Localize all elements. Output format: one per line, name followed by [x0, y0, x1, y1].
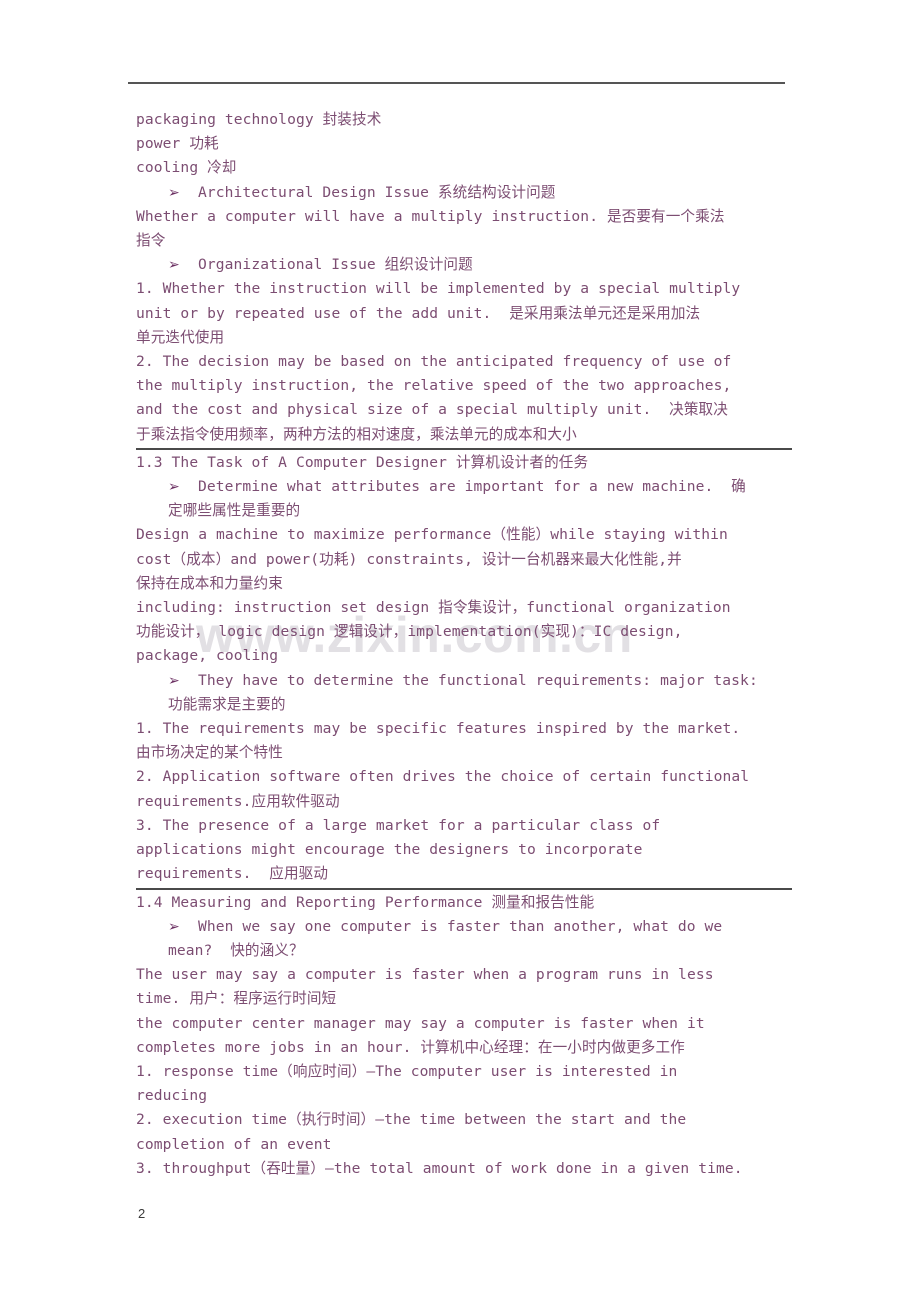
- bullet-item: ➢ Determine what attributes are important…: [136, 475, 792, 499]
- body-text-line: 3. The presence of a large market for a …: [136, 816, 661, 834]
- body-text-line: Design a machine to maximize performance…: [136, 526, 728, 544]
- bullet-item: ➢ They have to determine the functional r…: [136, 669, 792, 693]
- body-text-line: package, cooling: [136, 647, 279, 665]
- body-text-line: completion of an event: [136, 1135, 332, 1153]
- body-text-line: 指令: [136, 232, 166, 250]
- body-text-line: 1. response time（响应时间）—The computer user…: [136, 1062, 678, 1080]
- body-text-line: 2. The decision may be based on the anti…: [136, 353, 732, 371]
- body-text-line: 2. Application software often drives the…: [136, 768, 750, 786]
- body-text-line: including: instruction set design 指令集设计，…: [136, 599, 731, 617]
- bullet-item-text: They have to determine the functional re…: [198, 671, 758, 689]
- body-text-line: cooling 冷却: [136, 159, 237, 177]
- section-divider-rule: [136, 447, 792, 450]
- body-text-line: cost（成本）and power(功耗) constraints, 设计一台机…: [136, 550, 682, 568]
- arrow-bullet-icon: ➢: [168, 918, 180, 935]
- body-text-line: The user may say a computer is faster wh…: [136, 966, 714, 984]
- bullet-item-text: Architectural Design Issue 系统结构设计问题: [198, 183, 556, 201]
- bullet-item-text: When we say one computer is faster than …: [198, 917, 723, 935]
- body-text-line: completes more jobs in an hour. 计算机中心经理：…: [136, 1038, 685, 1056]
- body-text-line: 功能设计， logic design 逻辑设计，implementation(实…: [136, 623, 683, 641]
- body-text-line: the multiply instruction, the relative s…: [136, 377, 732, 395]
- body-text-line: applications might encourage the designe…: [136, 841, 643, 859]
- body-text-line: requirements.应用软件驱动: [136, 792, 340, 810]
- body-text-line: 3. throughput（吞吐量）—the total amount of w…: [136, 1159, 743, 1177]
- body-text-line: 由市场决定的某个特性: [136, 744, 283, 762]
- bullet-item-text: Determine what attributes are important …: [198, 478, 746, 496]
- arrow-bullet-icon: ➢: [168, 184, 180, 201]
- body-text-line: 于乘法指令使用频率，两种方法的相对速度，乘法单元的成本和大小: [136, 425, 577, 443]
- bullet-continuation-line: mean? 快的涵义？: [168, 941, 304, 959]
- body-text-line: the computer center manager may say a co…: [136, 1014, 705, 1032]
- body-text-line: packaging technology 封装技术: [136, 111, 382, 128]
- bullet-item: ➢ Architectural Design Issue 系统结构设计问题: [136, 181, 792, 205]
- body-text-line: 1.3 The Task of A Computer Designer 计算机设…: [136, 453, 589, 471]
- bullet-item-text: Organizational Issue 组织设计问题: [198, 256, 473, 274]
- header-divider-rule: [128, 82, 785, 84]
- bullet-continuation-line: 定哪些属性是重要的: [168, 502, 301, 520]
- body-text-line: 2. execution time（执行时间）—the time between…: [136, 1111, 687, 1129]
- body-text-line: unit or by repeated use of the add unit.…: [136, 304, 701, 322]
- body-text-line: 保持在成本和力量约束: [136, 574, 283, 592]
- page-number: 2: [138, 1206, 146, 1221]
- arrow-bullet-icon: ➢: [168, 479, 180, 496]
- body-text-line: 1.4 Measuring and Reporting Performance …: [136, 893, 595, 911]
- body-text-line: Whether a computer will have a multiply …: [136, 207, 725, 225]
- arrow-bullet-icon: ➢: [168, 257, 180, 274]
- bullet-item: ➢ When we say one computer is faster than…: [136, 915, 792, 939]
- body-text-line: power 功耗: [136, 135, 219, 153]
- body-text-line: requirements. 应用驱动: [136, 865, 329, 883]
- body-text-line: time. 用户：程序运行时间短: [136, 990, 337, 1008]
- section-divider-rule: [136, 887, 792, 890]
- document-body: packaging technology 封装技术 power 功耗 cooling…: [136, 108, 792, 1181]
- body-text-line: reducing: [136, 1087, 208, 1105]
- bullet-item: ➢ Organizational Issue 组织设计问题: [136, 253, 792, 277]
- arrow-bullet-icon: ➢: [168, 672, 180, 689]
- body-text-line: 单元迭代使用: [136, 328, 225, 346]
- bullet-continuation-line: 功能需求是主要的: [168, 695, 286, 713]
- body-text-line: 1. Whether the instruction will be imple…: [136, 280, 741, 298]
- document-page: www.zixin.com.cn packaging technology 封装…: [0, 0, 920, 1302]
- body-text-line: and the cost and physical size of a spec…: [136, 401, 728, 419]
- body-text-line: 1. The requirements may be specific feat…: [136, 720, 741, 738]
